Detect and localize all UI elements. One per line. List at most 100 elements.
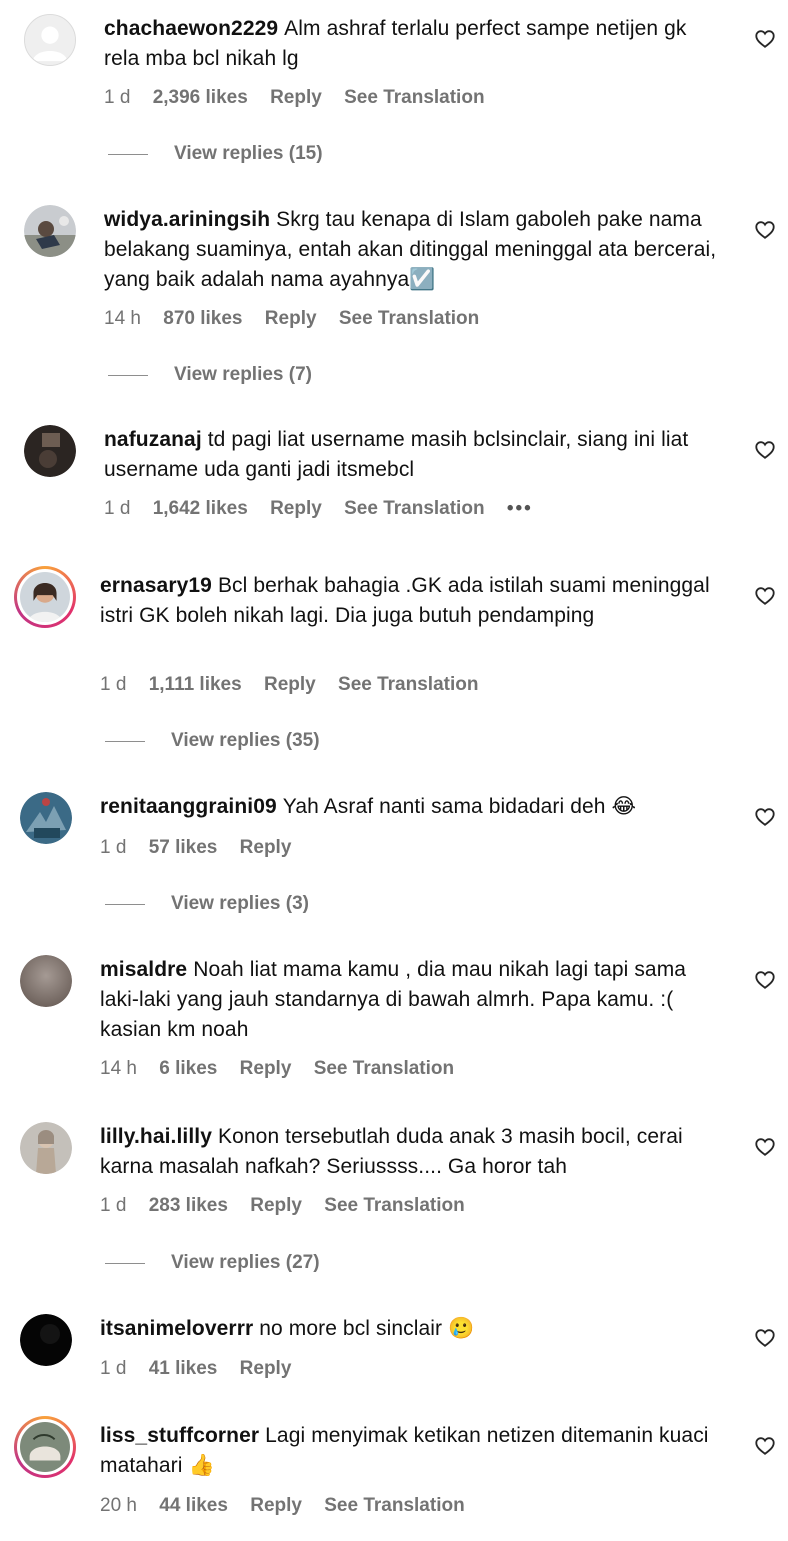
view-replies-label: View replies (7) (174, 364, 312, 385)
likes-count[interactable]: 41 likes (149, 1358, 218, 1379)
replies-divider (105, 903, 145, 905)
comment-text-block: nafuzanaj td pagi liat username masih bcl… (104, 425, 724, 485)
view-replies-button[interactable]: View replies (15) (108, 143, 323, 165)
heart-icon[interactable] (754, 28, 776, 50)
comment-time: 20 h (100, 1495, 137, 1516)
comment-text-block: liss_stuffcorner Lagi menyimak ketikan ne… (100, 1421, 720, 1481)
user-photo (20, 955, 72, 1007)
comment-text-block: renitaanggraini09 Yah Asraf nanti sama bi… (100, 792, 720, 822)
see-translation-button[interactable]: See Translation (339, 308, 479, 329)
comment-body: no more bcl sinclair 🥲 (259, 1317, 475, 1340)
see-translation-button[interactable]: See Translation (324, 1195, 464, 1216)
heart-icon[interactable] (754, 585, 776, 607)
see-translation-button[interactable]: See Translation (324, 1495, 464, 1516)
user-photo (20, 1122, 72, 1174)
view-replies-button[interactable]: View replies (3) (105, 893, 309, 915)
comment-time: 14 h (100, 1058, 137, 1079)
default-avatar-icon (25, 15, 75, 65)
avatar[interactable] (24, 425, 76, 477)
comment-meta: 14 h 870 likes Reply See Translation (104, 308, 496, 330)
user-photo (24, 205, 76, 257)
comment-time: 1 d (100, 1358, 127, 1379)
avatar[interactable] (24, 14, 76, 66)
comment-time: 1 d (100, 837, 127, 858)
replies-divider (108, 374, 148, 376)
replies-divider (108, 153, 148, 155)
avatar[interactable] (20, 1122, 72, 1174)
comment-username[interactable]: lilly.hai.lilly (100, 1125, 212, 1148)
view-replies-button[interactable]: View replies (27) (105, 1252, 320, 1274)
reply-button[interactable]: Reply (250, 1495, 302, 1516)
comment-username[interactable]: itsanimeloverrr (100, 1317, 253, 1340)
comment-text-block: misaldre Noah liat mama kamu , dia mau ni… (100, 955, 720, 1045)
heart-icon[interactable] (754, 439, 776, 461)
likes-count[interactable]: 44 likes (159, 1495, 228, 1516)
comment-time: 1 d (100, 674, 127, 695)
comment-time: 14 h (104, 308, 141, 329)
see-translation-button[interactable]: See Translation (314, 1058, 454, 1079)
comment-text-block: lilly.hai.lilly Konon tersebutlah duda an… (100, 1122, 720, 1182)
comment-username[interactable]: renitaanggraini09 (100, 795, 277, 818)
reply-button[interactable]: Reply (270, 87, 322, 108)
avatar-story-ring[interactable] (14, 1416, 76, 1478)
view-replies-label: View replies (3) (171, 893, 309, 914)
view-replies-button[interactable]: View replies (7) (108, 364, 312, 386)
view-replies-label: View replies (27) (171, 1252, 320, 1273)
likes-count[interactable]: 1,111 likes (149, 674, 242, 695)
replies-divider (105, 740, 145, 742)
comment-time: 1 d (104, 87, 131, 108)
reply-button[interactable]: Reply (250, 1195, 302, 1216)
comment-username[interactable]: widya.ariningsih (104, 208, 270, 231)
avatar[interactable] (20, 792, 72, 844)
comment-text-block: ernasary19 Bcl berhak bahagia .GK ada ist… (100, 571, 720, 631)
heart-icon[interactable] (754, 1327, 776, 1349)
user-photo (24, 425, 76, 477)
user-photo (20, 572, 70, 622)
comment-username[interactable]: liss_stuffcorner (100, 1424, 259, 1447)
comment-username[interactable]: nafuzanaj (104, 428, 202, 451)
avatar[interactable] (24, 205, 76, 257)
reply-button[interactable]: Reply (240, 837, 292, 858)
avatar[interactable] (20, 955, 72, 1007)
likes-count[interactable]: 1,642 likes (153, 498, 248, 519)
heart-icon[interactable] (754, 806, 776, 828)
see-translation-button[interactable]: See Translation (344, 87, 484, 108)
comment-meta: 14 h 6 likes Reply See Translation (100, 1058, 471, 1080)
likes-count[interactable]: 283 likes (149, 1195, 228, 1216)
avatar[interactable] (20, 1314, 72, 1366)
comment-username[interactable]: chachaewon2229 (104, 17, 278, 40)
comment-time: 1 d (100, 1195, 127, 1216)
likes-count[interactable]: 870 likes (163, 308, 242, 329)
reply-button[interactable]: Reply (270, 498, 322, 519)
heart-icon[interactable] (754, 1136, 776, 1158)
see-translation-button[interactable]: See Translation (338, 674, 478, 695)
reply-button[interactable]: Reply (265, 308, 317, 329)
heart-icon[interactable] (754, 219, 776, 241)
view-replies-button[interactable]: View replies (35) (105, 730, 320, 752)
avatar-story-ring[interactable] (14, 566, 76, 628)
comment-body: Yah Asraf nanti sama bidadari deh 😂 (282, 795, 637, 818)
see-translation-button[interactable]: See Translation (344, 498, 484, 519)
comment-text-block: widya.ariningsih Skrg tau kenapa di Islam… (104, 205, 724, 295)
reply-button[interactable]: Reply (264, 674, 316, 695)
likes-count[interactable]: 57 likes (149, 837, 218, 858)
comment-body: Noah liat mama kamu , dia mau nikah lagi… (100, 958, 687, 1041)
comment-meta: 1 d 41 likes Reply (100, 1358, 308, 1380)
reply-button[interactable]: Reply (240, 1358, 292, 1379)
comment-meta: 1 d 283 likes Reply See Translation (100, 1195, 482, 1217)
reply-button[interactable]: Reply (240, 1058, 292, 1079)
likes-count[interactable]: 2,396 likes (153, 87, 248, 108)
more-options-icon[interactable]: ••• (507, 498, 533, 519)
comment-username[interactable]: ernasary19 (100, 574, 212, 597)
heart-icon[interactable] (754, 969, 776, 991)
heart-icon[interactable] (754, 1435, 776, 1457)
user-photo (20, 1314, 72, 1366)
user-photo (20, 1422, 70, 1472)
view-replies-label: View replies (15) (174, 143, 323, 164)
likes-count[interactable]: 6 likes (159, 1058, 217, 1079)
view-replies-label: View replies (35) (171, 730, 320, 751)
comment-meta: 20 h 44 likes Reply See Translation (100, 1495, 482, 1517)
comment-meta: 1 d 1,642 likes Reply See Translation ••… (104, 498, 550, 520)
comment-time: 1 d (104, 498, 131, 519)
comment-username[interactable]: misaldre (100, 958, 187, 981)
